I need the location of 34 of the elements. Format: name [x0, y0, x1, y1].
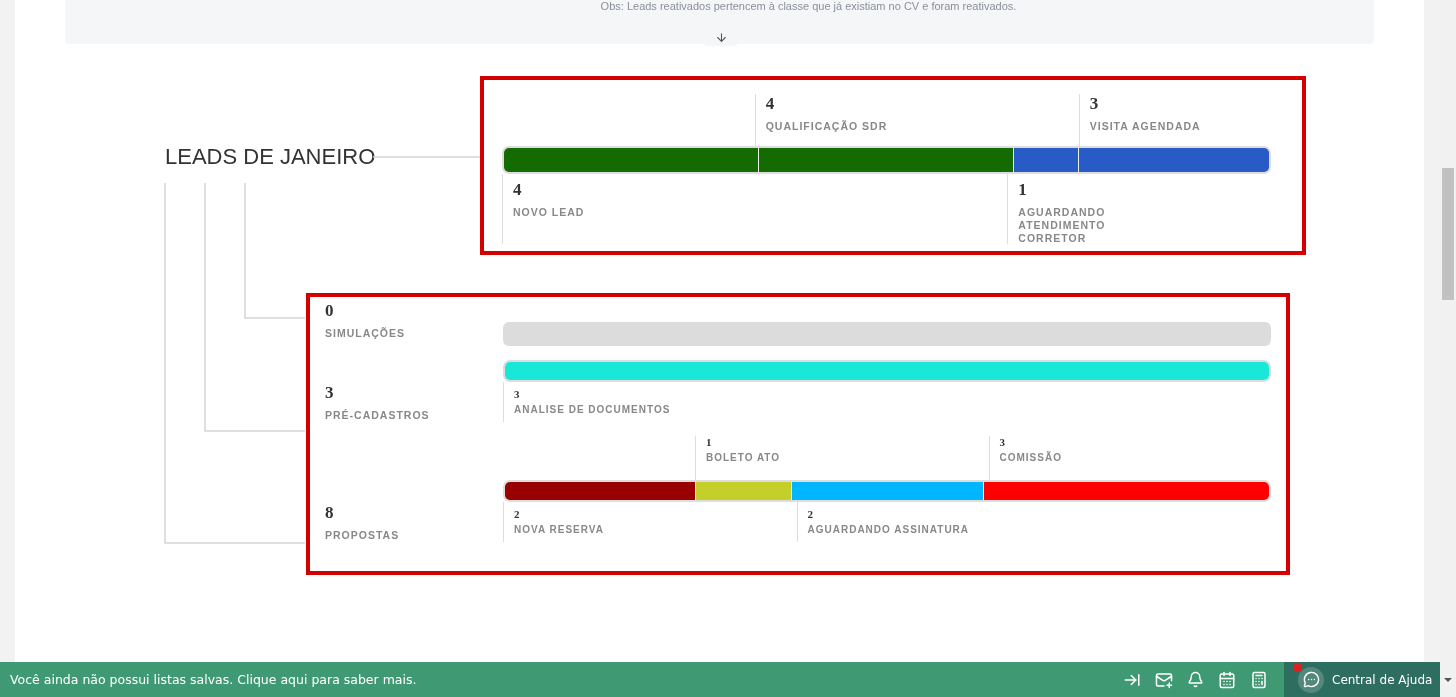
- stage-count: 1: [1018, 180, 1028, 200]
- notice-text: Obs: Leads reativados pertencem à classe que já existiam no CV e foram reativados.: [600, 0, 1017, 13]
- stage-label: BOLETO ATO: [706, 452, 781, 465]
- stage-count: 2: [514, 508, 521, 521]
- stage-label: COMISSÃO: [999, 452, 1062, 465]
- stage-count: 2: [807, 508, 814, 521]
- calculator-icon[interactable]: [1250, 670, 1268, 689]
- group-label: PROPOSTAS: [325, 529, 400, 543]
- group-count: 8: [325, 503, 335, 523]
- caret-icon[interactable]: [1440, 662, 1456, 697]
- stage-count: 4: [513, 180, 523, 200]
- stage-label: NOVO LEAD: [513, 206, 585, 220]
- stage-count: 4: [765, 94, 776, 114]
- stage-count: 3: [514, 388, 521, 401]
- stage-count: 3: [1089, 94, 1100, 114]
- saved-lists-message[interactable]: Você ainda não possui listas salvas. Clique aqui para saber mais.: [0, 662, 1123, 697]
- help-center-button[interactable]: Central de Ajuda: [1284, 662, 1440, 697]
- stage-label: AGUARDANDO ASSINATURA: [807, 524, 970, 537]
- stage-label: AGUARDANDO ATENDIMENTO CORRETOR: [1018, 206, 1107, 246]
- stage-label: NOVA RESERVA: [514, 524, 604, 537]
- calendar-icon[interactable]: [1218, 670, 1236, 689]
- group-count: 0: [325, 301, 335, 321]
- stage-count: 3: [999, 436, 1006, 449]
- section-title: LEADS DE JANEIRO: [165, 144, 373, 170]
- stage-label: QUALIFICAÇÃO SDR: [765, 120, 888, 134]
- group-label: SIMULAÇÕES: [325, 327, 405, 341]
- bell-icon[interactable]: [1187, 671, 1204, 688]
- mail-plus-icon[interactable]: [1155, 670, 1173, 689]
- group-count: 3: [325, 383, 335, 403]
- chat-icon: [1298, 666, 1324, 693]
- stage-label: ANALISE DE DOCUMENTOS: [514, 404, 671, 417]
- stage-count: 1: [706, 436, 713, 449]
- group-label: PRÉ-CADASTROS: [325, 409, 430, 423]
- stage-label: VISITA AGENDADA: [1089, 120, 1201, 134]
